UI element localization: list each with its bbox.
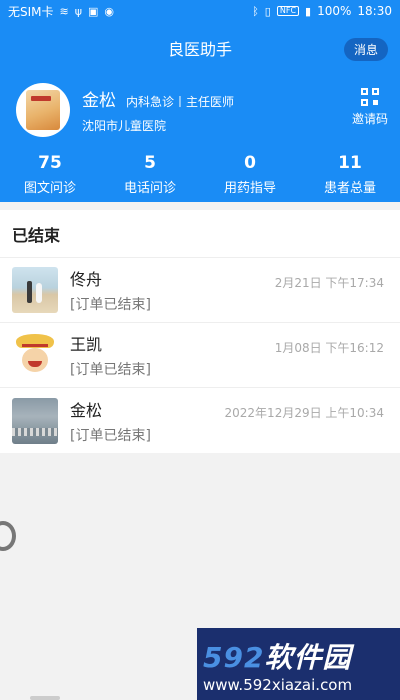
nfc-icon: NFC	[276, 6, 300, 16]
watermark-url: www.592xiazai.com	[203, 676, 353, 694]
stat-graphic-consult[interactable]: 75 图文问诊	[0, 146, 100, 202]
section-title: 已结束	[0, 210, 400, 258]
doctor-profile[interactable]: 金松 内科急诊丨主任医师 沈阳市儿童医院 邀请码	[0, 74, 400, 146]
status-bar: 无SIM卡 ≋ ψ ▣ ◉ ᛒ ▯ NFC ▮ 100% 18:30	[0, 0, 400, 22]
stat-label: 用药指导	[223, 180, 276, 196]
order-status: [订单已结束]	[70, 427, 151, 444]
patient-avatar	[12, 397, 58, 444]
nav-bar: 良医助手 消息	[0, 22, 400, 74]
order-time: 1月08日 下午16:12	[274, 341, 384, 355]
battery-icon: ▮	[305, 4, 312, 18]
avatar-image	[26, 90, 60, 130]
list-item[interactable]: 佟舟 [订单已结束] 2月21日 下午17:34	[0, 258, 400, 323]
doctor-hospital: 沈阳市儿童医院	[82, 119, 167, 133]
order-status: [订单已结束]	[70, 362, 151, 378]
battery-percent: 100%	[317, 4, 352, 18]
invite-code-button[interactable]: 邀请码	[352, 88, 388, 127]
watermark: 592软件园 www.592xiazai.com	[197, 628, 400, 700]
stat-total-patients[interactable]: 11 患者总量	[300, 146, 400, 202]
bottom-bar-stub	[30, 696, 60, 700]
stats-bar: 75 图文问诊 5 电话问诊 0 用药指导 11 患者总量	[0, 146, 400, 202]
profile-info: 金松 内科急诊丨主任医师 沈阳市儿童医院	[82, 86, 234, 134]
status-left: 无SIM卡 ≋ ψ ▣ ◉	[8, 3, 114, 20]
watermark-logo-text: 软件园	[264, 641, 352, 674]
vibrate-icon: ▯	[264, 4, 271, 18]
doctor-dept: 内科急诊丨主任医师	[126, 95, 235, 109]
carrier-text: 无SIM卡	[8, 4, 54, 19]
order-time: 2月21日 下午17:34	[274, 276, 384, 290]
wifi-icon: ≋	[59, 4, 69, 18]
hat-band-shape	[22, 344, 48, 347]
profile-name-row: 金松 内科急诊丨主任医师	[82, 86, 234, 111]
ended-orders-section: 已结束 佟舟 [订单已结束] 2月21日 下午17:34 王凯 [订单已结束] …	[0, 210, 400, 453]
bluetooth-icon: ᛒ	[252, 4, 259, 18]
qr-code-icon	[360, 88, 379, 106]
patient-avatar	[12, 332, 58, 378]
image-icon: ▣	[88, 4, 99, 18]
watermark-logo-num: 592	[203, 641, 265, 674]
message-button[interactable]: 消息	[343, 38, 388, 61]
patient-avatar	[12, 267, 58, 313]
stat-value: 11	[338, 152, 362, 173]
floating-handle[interactable]	[0, 521, 16, 551]
doctor-name: 金松	[82, 91, 116, 111]
order-time: 2022年12月29日 上午10:34	[224, 406, 384, 420]
usb-icon: ψ	[74, 4, 82, 18]
status-right: ᛒ ▯ NFC ▮ 100% 18:30	[252, 4, 392, 18]
list-item[interactable]: 金松 [订单已结束] 2022年12月29日 上午10:34	[0, 388, 400, 453]
top-header-area: 无SIM卡 ≋ ψ ▣ ◉ ᛒ ▯ NFC ▮ 100% 18:30 良医助手 …	[0, 0, 400, 202]
stat-value: 0	[244, 152, 256, 173]
stat-label: 电话问诊	[123, 180, 176, 196]
watermark-logo: 592软件园	[203, 636, 351, 676]
page-title: 良医助手	[167, 40, 232, 59]
order-status: [订单已结束]	[70, 297, 151, 313]
stat-label: 患者总量	[323, 180, 376, 196]
stat-value: 5	[144, 152, 156, 173]
invite-code-label: 邀请码	[351, 112, 388, 126]
stat-phone-consult[interactable]: 5 电话问诊	[100, 146, 200, 202]
stat-label: 图文问诊	[23, 180, 76, 196]
avatar[interactable]	[16, 83, 70, 137]
list-item[interactable]: 王凯 [订单已结束] 1月08日 下午16:12	[0, 323, 400, 388]
stat-medication-guide[interactable]: 0 用药指导	[200, 146, 300, 202]
status-time: 18:30	[357, 4, 392, 18]
android-icon: ◉	[104, 4, 115, 18]
stat-value: 75	[38, 152, 62, 173]
face-shape	[22, 348, 48, 372]
